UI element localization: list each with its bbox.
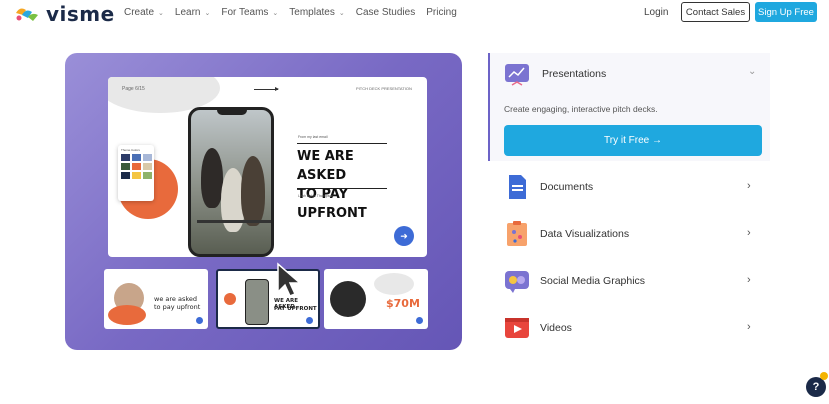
arrow-right-icon [254, 87, 279, 91]
try-it-free-button[interactable]: Try it Free → [504, 125, 762, 156]
list-item-videos[interactable]: Videos › [490, 308, 770, 348]
person-figure [241, 156, 265, 226]
divider [297, 188, 387, 189]
top-nav: visme Create ⌄ Learn ⌄ For Teams ⌄ Templ… [0, 0, 829, 26]
slide-author: Leah Baker Thompson [298, 194, 334, 198]
video-icon [505, 318, 529, 338]
table-shape [197, 220, 271, 223]
visme-logo[interactable]: visme [14, 2, 115, 26]
presentations-description: Create engaging, interactive pitch decks… [504, 104, 658, 114]
chevron-up-icon[interactable]: ⌄ [748, 66, 756, 77]
decorative-blob [374, 273, 414, 295]
slide-heading: WE ARE ASKED TO PAY UPFRONT [297, 147, 407, 223]
thumb-dot [306, 317, 313, 324]
presentations-accordion: Presentations ⌄ Create engaging, interac… [488, 53, 770, 161]
decorative-circle [224, 293, 236, 305]
color-swatch [132, 163, 141, 170]
menu-learn[interactable]: Learn ⌄ [175, 7, 210, 18]
presentation-icon [505, 64, 529, 86]
menu-templates-label: Templates [289, 7, 335, 18]
thumb-text-2: to pay upfront [154, 303, 201, 311]
hero-preview: Page 6/15 PITCH DECK PRESENTATION Theme … [65, 53, 462, 350]
menu-for-teams[interactable]: For Teams ⌄ [221, 7, 278, 18]
menu-for-teams-label: For Teams [221, 7, 269, 18]
menu-case-studies[interactable]: Case Studies [356, 7, 415, 18]
color-swatch [143, 154, 152, 161]
phone-mockup [188, 107, 274, 257]
main-menu: Create ⌄ Learn ⌄ For Teams ⌄ Templates ⌄… [124, 7, 468, 18]
divider [297, 143, 387, 144]
thumb-text-1: we are asked [154, 295, 197, 303]
color-swatch [121, 172, 130, 179]
social-media-graphics-label: Social Media Graphics [540, 275, 646, 287]
thumb-text-2: PAY UPFRONT [274, 306, 317, 312]
videos-label: Videos [540, 322, 572, 334]
color-swatch [143, 172, 152, 179]
list-item-documents[interactable]: Documents › [490, 167, 770, 207]
theme-color-palette: Theme Colors [118, 145, 154, 201]
portrait-image [330, 281, 366, 317]
chevron-down-icon: ⌄ [338, 9, 345, 17]
menu-case-studies-label: Case Studies [355, 7, 416, 18]
mouse-cursor-icon [277, 262, 303, 297]
slide-small-text: From my last email [298, 135, 328, 139]
documents-label: Documents [540, 181, 594, 193]
slide-thumbnail: $70M [324, 269, 428, 329]
thumb-value: $70M [386, 297, 420, 310]
help-button[interactable]: ? [806, 377, 826, 397]
list-item-data-visualizations[interactable]: Data Visualizations › [490, 214, 770, 254]
visme-logo-icon [16, 8, 38, 21]
list-item-social-media-graphics[interactable]: Social Media Graphics › [490, 261, 770, 301]
chevron-right-icon: › [747, 274, 751, 286]
menu-create[interactable]: Create ⌄ [124, 7, 164, 18]
color-swatch [143, 163, 152, 170]
palette-title: Theme Colors [121, 148, 140, 152]
slide-thumbnail: we are asked to pay upfront [104, 269, 208, 329]
contact-sales-button[interactable]: Contact Sales [681, 2, 750, 22]
chevron-right-icon: › [747, 321, 751, 333]
menu-templates[interactable]: Templates ⌄ [289, 7, 344, 18]
slide-page-number: Page 6/15 [122, 86, 145, 92]
phone-mockup [245, 279, 269, 325]
menu-learn-label: Learn [174, 7, 201, 18]
social-media-icon [505, 271, 529, 293]
next-arrow-icon: ➜ [394, 226, 414, 246]
person-figure [201, 148, 223, 208]
chevron-down-icon: ⌄ [158, 9, 164, 17]
logo-wordmark: visme [46, 2, 115, 26]
thumb-dot [196, 317, 203, 324]
data-visualizations-label: Data Visualizations [540, 228, 630, 240]
color-swatch [132, 154, 141, 161]
sign-up-button[interactable]: Sign Up Free [755, 2, 817, 22]
main-slide-preview: Page 6/15 PITCH DECK PRESENTATION Theme … [108, 77, 427, 257]
document-icon [509, 175, 526, 199]
menu-create-label: Create [124, 7, 155, 18]
menu-pricing[interactable]: Pricing [426, 7, 457, 18]
notification-dot [820, 372, 828, 380]
chevron-right-icon: › [747, 180, 751, 192]
presentations-label[interactable]: Presentations [542, 68, 606, 80]
color-swatch [121, 154, 130, 161]
decorative-circle [108, 305, 146, 325]
menu-pricing-label: Pricing [426, 7, 457, 18]
chevron-down-icon: ⌄ [204, 9, 211, 17]
chevron-down-icon: ⌄ [272, 9, 279, 17]
thumb-dot [416, 317, 423, 324]
color-swatches [121, 154, 152, 179]
slide-heading-line1: WE ARE ASKED [297, 149, 354, 183]
data-visualization-icon [507, 221, 527, 246]
color-swatch [121, 163, 130, 170]
login-link[interactable]: Login [644, 7, 668, 18]
slide-tag: PITCH DECK PRESENTATION [356, 86, 412, 91]
slide-heading-line2: TO PAY UPFRONT [297, 187, 367, 221]
color-swatch [132, 172, 141, 179]
phone-notch [217, 110, 247, 115]
chevron-right-icon: › [747, 227, 751, 239]
